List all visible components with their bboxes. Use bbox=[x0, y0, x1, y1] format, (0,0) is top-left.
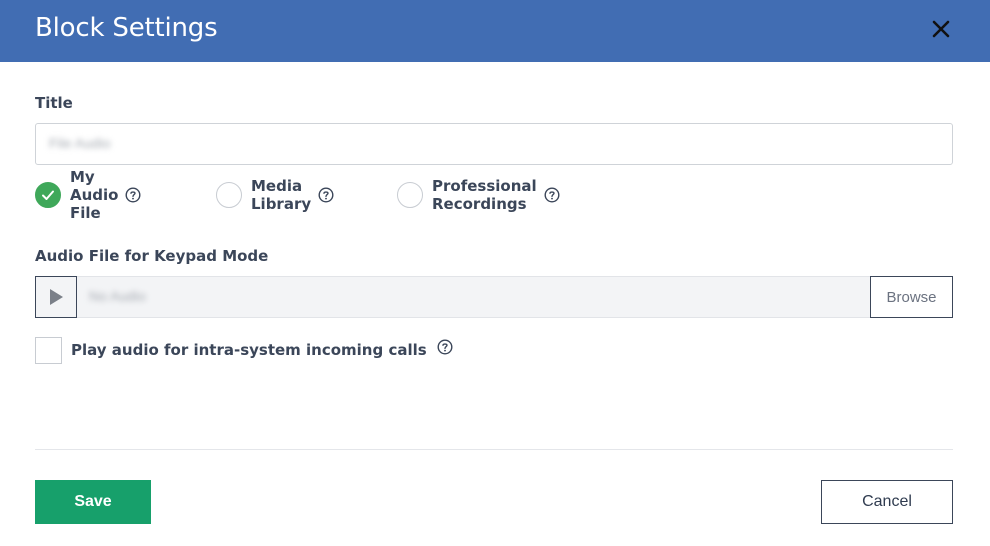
radio-professional-recordings-circle[interactable] bbox=[397, 182, 423, 208]
audio-file-label: Audio File for Keypad Mode bbox=[35, 247, 269, 265]
radio-professional-recordings[interactable]: Professional Recordings bbox=[397, 177, 560, 213]
checkmark-icon bbox=[42, 190, 54, 200]
audio-file-field[interactable]: No Audio bbox=[77, 276, 870, 318]
radio-my-audio-file[interactable]: My Audio File bbox=[35, 168, 141, 222]
title-input[interactable] bbox=[35, 123, 953, 165]
help-icon[interactable] bbox=[437, 339, 453, 355]
close-icon bbox=[932, 20, 950, 38]
save-button[interactable]: Save bbox=[35, 480, 151, 524]
radio-media-library[interactable]: Media Library bbox=[216, 177, 334, 213]
intra-system-row: Play audio for intra-system incoming cal… bbox=[35, 336, 453, 364]
play-button[interactable] bbox=[35, 276, 77, 318]
radio-my-audio-file-label: My Audio File bbox=[70, 168, 119, 222]
radio-my-audio-file-circle[interactable] bbox=[35, 182, 61, 208]
help-icon[interactable] bbox=[318, 187, 334, 203]
intra-system-checkbox[interactable] bbox=[35, 336, 62, 364]
cancel-button[interactable]: Cancel bbox=[821, 480, 953, 524]
dialog-header: Block Settings bbox=[0, 0, 990, 62]
title-label: Title bbox=[35, 94, 73, 112]
radio-professional-recordings-label: Professional Recordings bbox=[432, 177, 537, 213]
title-input-value: File Audio bbox=[49, 135, 111, 151]
close-button[interactable] bbox=[927, 15, 955, 43]
footer-divider bbox=[35, 449, 953, 450]
browse-button[interactable]: Browse bbox=[870, 276, 953, 318]
radio-media-library-circle[interactable] bbox=[216, 182, 242, 208]
dialog-title: Block Settings bbox=[35, 13, 218, 43]
help-icon[interactable] bbox=[125, 187, 141, 203]
play-icon bbox=[50, 289, 63, 305]
audio-file-value: No Audio bbox=[89, 288, 146, 304]
radio-media-library-label: Media Library bbox=[251, 177, 312, 213]
audio-file-row: No Audio Browse bbox=[35, 276, 953, 318]
intra-system-label: Play audio for intra-system incoming cal… bbox=[71, 341, 427, 359]
help-icon[interactable] bbox=[544, 187, 560, 203]
